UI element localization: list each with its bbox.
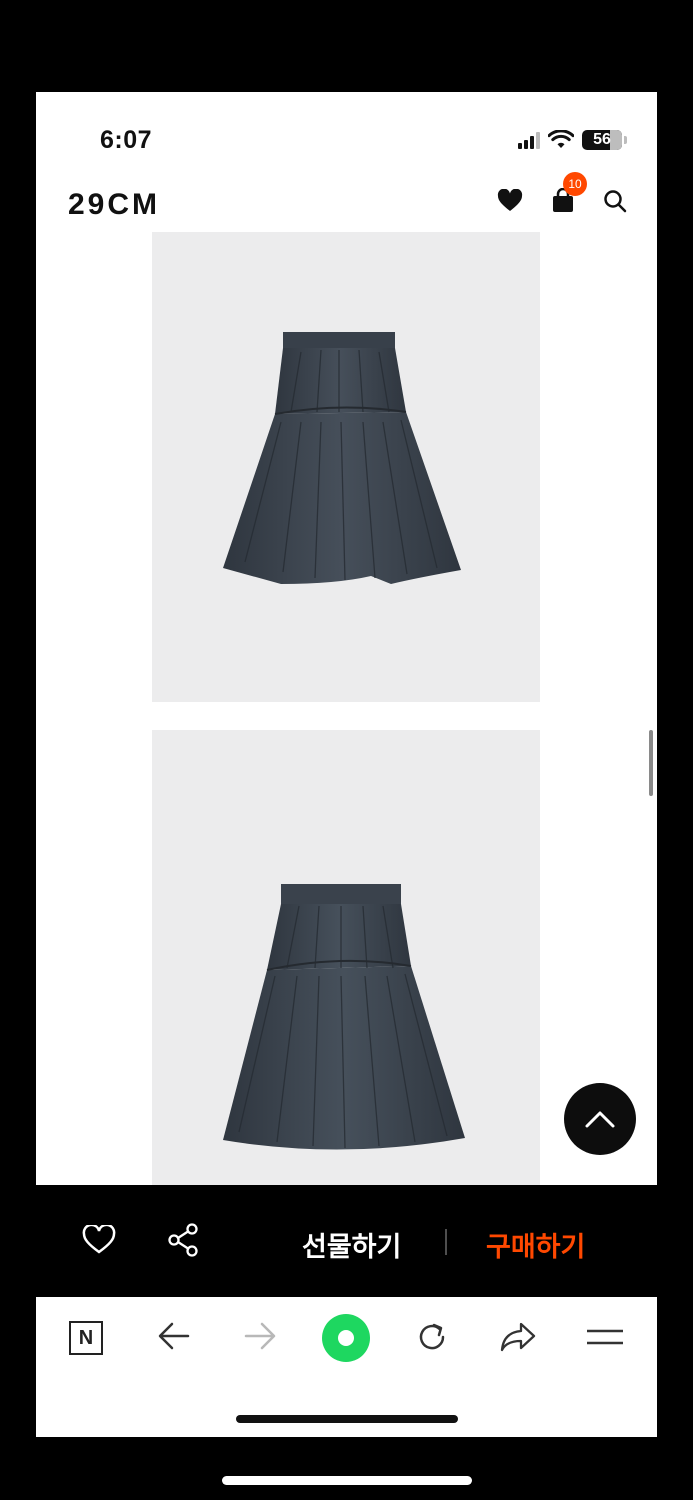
forward-share-icon xyxy=(500,1322,536,1352)
heart-outline-icon xyxy=(82,1223,116,1254)
like-button[interactable] xyxy=(82,1223,116,1260)
phone-screen: 6:07 56 29CM 10 선물하기 구매하기 N xyxy=(36,92,657,1437)
status-icons: 56 xyxy=(518,130,627,150)
menu-button[interactable] xyxy=(586,1327,624,1347)
buy-button[interactable]: 구매하기 xyxy=(486,1225,585,1264)
heart-filled-icon xyxy=(497,189,523,211)
share-icon xyxy=(168,1223,198,1257)
share-page-button[interactable] xyxy=(499,1321,537,1353)
scrollbar[interactable] xyxy=(649,730,653,796)
forward-button[interactable] xyxy=(242,1321,278,1351)
arrow-left-icon xyxy=(158,1322,190,1350)
product-image-back xyxy=(152,730,540,1190)
wifi-icon xyxy=(548,130,574,148)
refresh-button[interactable] xyxy=(414,1319,450,1355)
naver-home-button[interactable]: N xyxy=(69,1321,103,1355)
green-dot-icon xyxy=(322,1314,370,1362)
browser-toolbar: N xyxy=(36,1297,657,1437)
scroll-to-top-button[interactable] xyxy=(564,1083,636,1155)
cart-button[interactable]: 10 xyxy=(551,172,587,214)
home-indicator[interactable] xyxy=(236,1415,458,1423)
green-home-button[interactable] xyxy=(321,1313,371,1363)
battery-icon: 56 xyxy=(582,130,622,150)
outer-home-indicator xyxy=(222,1476,472,1485)
brand-logo[interactable]: 29CM xyxy=(68,188,160,222)
search-button[interactable] xyxy=(603,189,627,213)
share-button[interactable] xyxy=(168,1223,200,1262)
cart-count-badge: 10 xyxy=(563,172,587,196)
skirt-back-illustration xyxy=(223,884,465,1150)
arrow-right-icon xyxy=(244,1322,276,1350)
wishlist-button[interactable] xyxy=(497,189,523,213)
back-button[interactable] xyxy=(156,1321,192,1351)
purchase-action-bar: 선물하기 구매하기 xyxy=(36,1185,657,1297)
header-icons: 10 xyxy=(497,172,627,214)
gift-button[interactable]: 선물하기 xyxy=(302,1225,401,1264)
product-image-front xyxy=(152,232,540,702)
status-time: 6:07 xyxy=(100,126,153,154)
battery-level: 56 xyxy=(593,131,611,148)
chevron-up-icon xyxy=(585,1111,615,1128)
action-divider xyxy=(445,1229,447,1255)
signal-icon xyxy=(518,131,540,149)
hamburger-menu-icon xyxy=(587,1329,623,1345)
naver-n-icon: N xyxy=(69,1321,103,1355)
search-icon xyxy=(604,190,627,213)
refresh-icon xyxy=(419,1323,445,1350)
skirt-front-illustration xyxy=(223,332,461,584)
